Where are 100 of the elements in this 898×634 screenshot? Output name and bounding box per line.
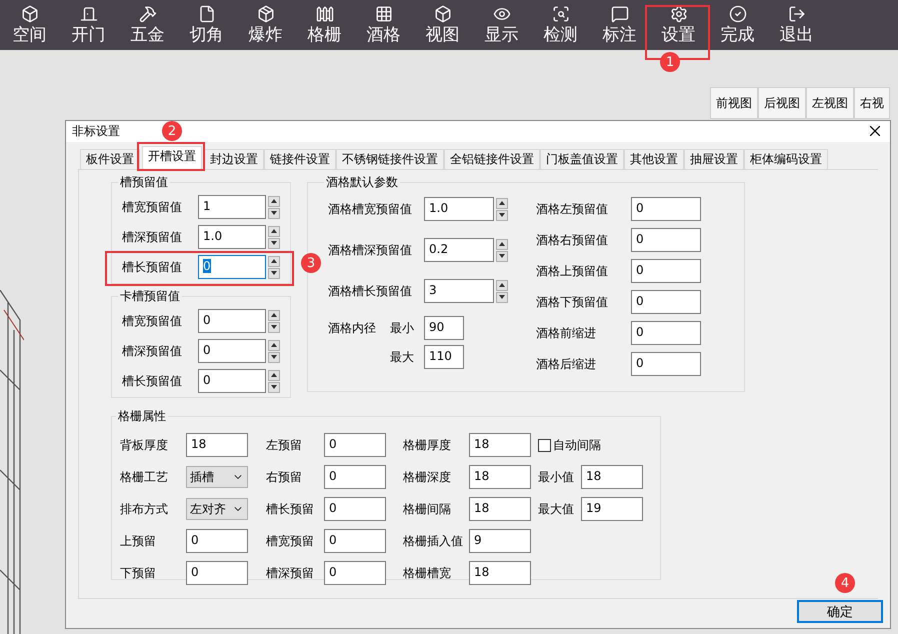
input-field[interactable]: 19 [581, 497, 643, 521]
field-label: 格栅深度 [403, 468, 452, 486]
view-button[interactable]: 左视图 [806, 87, 854, 119]
input-field[interactable]: 0.2 [424, 238, 494, 262]
toolbar-button[interactable]: 标注 [590, 0, 649, 50]
input-field[interactable]: 0 [631, 197, 701, 221]
tab[interactable]: 封边设置 [204, 149, 264, 169]
tab[interactable]: 抽屉设置 [684, 149, 744, 169]
input-field[interactable]: 1.0 [198, 225, 266, 249]
tab[interactable]: 链接件设置 [264, 149, 336, 169]
down-triangle-icon [499, 213, 505, 217]
toolbar-button[interactable]: 酒格 [354, 0, 413, 50]
view-button[interactable]: 后视图 [758, 87, 806, 119]
toolbar-button[interactable]: 五金 [118, 0, 177, 50]
spin-down-button[interactable] [496, 292, 508, 302]
tab[interactable]: 开槽设置 [142, 146, 202, 169]
spin-up-button[interactable] [496, 280, 508, 290]
spin-up-button[interactable] [268, 226, 280, 236]
input-field[interactable]: 18 [469, 497, 531, 521]
spin-down-button[interactable] [496, 250, 508, 262]
input-field[interactable]: 0 [198, 309, 266, 333]
field-label: 左预留 [266, 436, 303, 454]
package-icon [256, 5, 274, 23]
tab[interactable]: 全铝链接件设置 [444, 149, 540, 169]
input-field[interactable]: 0 [631, 259, 701, 283]
toolbar-button[interactable]: 切角 [177, 0, 236, 50]
input-field[interactable]: 18 [469, 433, 531, 457]
dialog-title: 非标设置 [72, 123, 120, 140]
down-triangle-icon [271, 271, 277, 275]
tab[interactable]: 板件设置 [80, 149, 140, 169]
spin-down-button[interactable] [268, 268, 280, 278]
spin-up-button[interactable] [496, 198, 508, 208]
cube-icon [434, 5, 452, 23]
ok-button[interactable]: 确定 [797, 600, 883, 623]
input-field[interactable]: 1 [198, 195, 266, 219]
spin-down-button[interactable] [268, 238, 280, 248]
spin-up-button[interactable] [268, 196, 280, 206]
input-field[interactable]: 110 [424, 345, 464, 369]
tab[interactable]: 柜体编码设置 [744, 149, 828, 169]
field-label: 槽宽预留值 [122, 198, 183, 216]
checkbox[interactable]: 自动间隔 [538, 436, 601, 454]
toolbar-button[interactable]: 显示 [472, 0, 531, 50]
spin-up-button[interactable] [268, 370, 280, 380]
spin-up-button[interactable] [268, 310, 280, 320]
highlight-frame [137, 142, 205, 171]
input-field[interactable]: 0 [324, 561, 386, 585]
input-field[interactable]: 90 [424, 316, 464, 340]
input-field[interactable]: 18 [469, 465, 531, 489]
input-field[interactable]: 0 [631, 290, 701, 314]
input-field[interactable]: 0 [198, 255, 266, 279]
input-field[interactable]: 0 [324, 433, 386, 457]
input-field[interactable]: 1.0 [424, 197, 494, 221]
spin-down-button[interactable] [268, 322, 280, 332]
field-label: 格栅槽宽 [403, 564, 452, 582]
spin-down-button[interactable] [496, 210, 508, 220]
tab[interactable]: 不锈钢链接件设置 [336, 149, 444, 169]
input-field[interactable]: 18 [469, 561, 531, 585]
spin-down-button[interactable] [268, 352, 280, 362]
view-button[interactable]: 右视 [854, 87, 890, 119]
input-field[interactable]: 18 [581, 465, 643, 489]
input-field[interactable]: 18 [186, 433, 248, 457]
toolbar-button[interactable]: 检测 [531, 0, 590, 50]
toolbar-button[interactable]: 开门 [59, 0, 118, 50]
tab[interactable]: 其他设置 [624, 149, 684, 169]
spin-down-button[interactable] [268, 382, 280, 392]
down-triangle-icon [271, 211, 277, 215]
field-label: 最小值 [538, 468, 575, 486]
view-button[interactable]: 前视图 [710, 87, 758, 119]
input-field[interactable]: 0 [324, 529, 386, 553]
exit-icon [788, 5, 806, 23]
spin-up-button[interactable] [496, 238, 508, 250]
grid-icon [374, 5, 392, 23]
input-field[interactable]: 0 [198, 339, 266, 363]
input-field[interactable]: 0 [324, 465, 386, 489]
input-field[interactable]: 3 [424, 279, 494, 303]
toolbar-button[interactable]: 设置 [649, 0, 708, 50]
toolbar-button[interactable]: 完成 [708, 0, 767, 50]
input-field[interactable]: 0 [631, 321, 701, 345]
input-field[interactable]: 9 [469, 529, 531, 553]
field-label: 槽深预留值 [122, 228, 183, 246]
input-field[interactable]: 0 [631, 228, 701, 252]
spin-up-button[interactable] [268, 340, 280, 350]
toolbar-button[interactable]: 视图 [413, 0, 472, 50]
spin-down-button[interactable] [268, 208, 280, 218]
toolbar-button[interactable]: 退出 [767, 0, 826, 50]
toolbar-button[interactable]: 空间 [0, 0, 59, 50]
input-field[interactable]: 0 [186, 529, 248, 553]
input-field[interactable]: 0 [198, 369, 266, 393]
tab[interactable]: 门板盖值设置 [540, 149, 624, 169]
input-field[interactable]: 0 [324, 497, 386, 521]
toolbar-button[interactable]: 爆炸 [236, 0, 295, 50]
input-field[interactable]: 0 [631, 352, 701, 376]
field-label: 格栅工艺 [120, 468, 169, 486]
input-field[interactable]: 0 [186, 561, 248, 585]
dropdown[interactable]: 插槽 [186, 466, 248, 488]
eye-icon [492, 5, 510, 23]
toolbar-button[interactable]: 格栅 [295, 0, 354, 50]
settings-icon [670, 5, 688, 23]
spin-up-button[interactable] [268, 256, 280, 266]
dropdown[interactable]: 左对齐 [186, 498, 248, 520]
